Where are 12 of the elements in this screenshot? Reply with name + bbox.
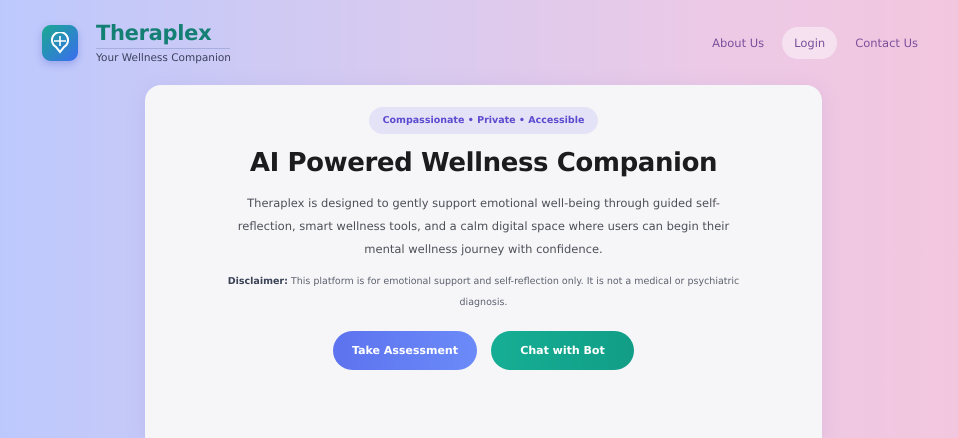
brand-name: Theraplex <box>96 21 230 49</box>
chat-button[interactable]: Chat with Bot <box>491 331 634 370</box>
brand-tagline: Your Wellness Companion <box>96 52 231 64</box>
take-assessment-button[interactable]: Take Assessment <box>333 331 477 370</box>
nav-link[interactable]: Contact Us <box>843 26 930 58</box>
nav-link[interactable]: About Us <box>700 26 776 58</box>
tagline-badge: Compassionate • Private • Accessible <box>368 107 598 134</box>
disclaimer-text: Disclaimer: This platform is for emotional support and self-reflection only. It is not a medical or psychiatric diagnosis. <box>226 275 740 310</box>
hero-title: AI Powered Wellness Companion <box>250 148 718 178</box>
logo-icon <box>42 24 78 60</box>
nav-link[interactable]: Login <box>782 26 838 58</box>
hero-description: Theraplex is designed to gently support emotional well-being through guided self-reflection, smart wellness tools, and a calm digital space where users can begin their mental wellness journey with confidence. <box>236 195 730 258</box>
